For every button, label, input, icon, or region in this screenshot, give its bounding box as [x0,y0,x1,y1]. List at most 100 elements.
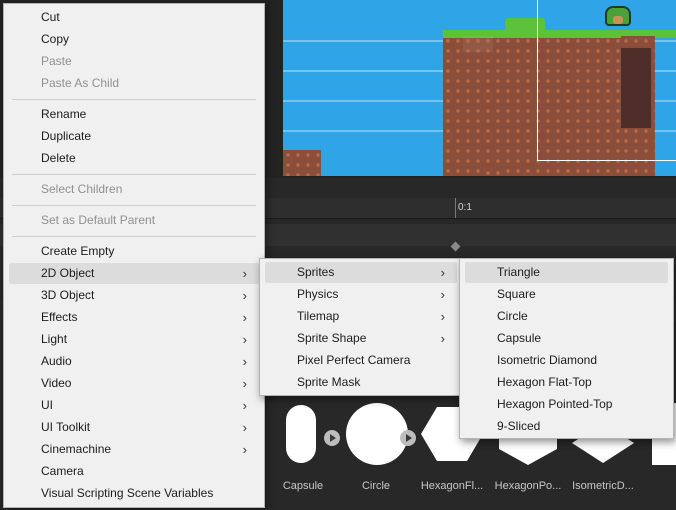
menu-item-copy[interactable]: Copy [9,29,259,50]
game-canvas[interactable] [283,0,676,176]
menu-item-label: Triangle [497,265,540,279]
menu-item-label: Effects [41,310,78,324]
menu-item-label: Cinemachine [41,442,112,456]
menu-item-ui[interactable]: UI › [9,395,259,416]
chevron-right-icon: › [242,354,247,369]
menu-item-video[interactable]: Video › [9,373,259,394]
menu-item-label: Tilemap [297,309,340,323]
menu-item-hexagon-flat-top[interactable]: Hexagon Flat-Top [465,372,668,393]
menu-item-2d-object[interactable]: 2D Object › [9,263,259,284]
menu-item-label: Camera [41,464,84,478]
menu-item-cinemachine[interactable]: Cinemachine › [9,439,259,460]
menu-item-paste-as-child[interactable]: Paste As Child [9,73,259,94]
menu-item-label: 9-Sliced [497,419,541,433]
menu-item-label: Duplicate [41,129,92,143]
menu-item-9-sliced[interactable]: 9-Sliced [465,416,668,437]
menu-item-circle[interactable]: Circle [465,306,668,327]
menu-item-rename[interactable]: Rename [9,104,259,125]
chevron-right-icon: › [242,332,247,347]
menu-item-sprite-mask[interactable]: Sprite Mask [265,372,457,393]
menu-item-duplicate[interactable]: Duplicate [9,126,259,147]
menu-item-label: Sprite Mask [297,375,361,389]
menu-separator [12,174,256,175]
chevron-right-icon: › [242,442,247,457]
menu-item-cut[interactable]: Cut [9,7,259,28]
menu-item-label: Create Empty [41,244,115,258]
palette-tile-circle[interactable]: Circle [345,403,408,492]
ground-tile [463,36,493,52]
play-icon[interactable] [324,430,340,446]
menu-item-label: Capsule [497,331,542,345]
menu-item-label: Square [497,287,536,301]
menu-item-light[interactable]: Light › [9,329,259,350]
chevron-right-icon: › [242,376,247,391]
menu-item-label: Hexagon Flat-Top [497,375,592,389]
menu-item-audio[interactable]: Audio › [9,351,259,372]
chevron-right-icon: › [242,398,247,413]
submenu-2d-object: Sprites › Physics › Tilemap › Sprite Shape ›… [259,258,463,396]
tile-caption: Circle [361,480,391,492]
tile-caption: Capsule [282,480,324,492]
menu-item-label: Light [41,332,68,346]
menu-item-paste[interactable]: Paste [9,51,259,72]
menu-item-triangle[interactable]: Triangle [465,262,668,283]
menu-item-label: Isometric Diamond [497,353,598,367]
menu-item-camera[interactable]: Camera [9,461,259,482]
menu-item-label: Visual Scripting Scene Variables [41,486,214,500]
menu-item-label: Sprites [297,265,335,279]
tile-caption: IsometricD... [572,480,634,492]
menu-item-select-children[interactable]: Select Children [9,179,259,200]
menu-item-isometric-diamond[interactable]: Isometric Diamond [465,350,668,371]
menu-item-label: Select Children [41,182,123,196]
menu-item-label: UI Toolkit [41,420,91,434]
menu-item-label: UI [41,398,53,412]
menu-item-capsule[interactable]: Capsule [465,328,668,349]
menu-item-physics[interactable]: Physics › [265,284,457,305]
menu-item-label: Physics [297,287,339,301]
chevron-right-icon: › [440,287,445,302]
chevron-right-icon: › [242,420,247,435]
menu-item-effects[interactable]: Effects › [9,307,259,328]
menu-item-label: Paste As Child [41,76,120,90]
menu-item-label: Rename [41,107,87,121]
menu-separator [12,236,256,237]
chevron-right-icon: › [242,266,247,281]
play-icon[interactable] [400,430,416,446]
menu-item-ui-toolkit[interactable]: UI Toolkit › [9,417,259,438]
menu-item-label: Cut [41,10,60,24]
menu-item-label: Hexagon Pointed-Top [497,397,613,411]
menu-item-square[interactable]: Square [465,284,668,305]
chevron-right-icon: › [440,331,445,346]
chevron-right-icon: › [242,288,247,303]
menu-item-label: Circle [497,309,528,323]
menu-item-3d-object[interactable]: 3D Object › [9,285,259,306]
menu-item-label: Set as Default Parent [41,213,156,227]
menu-item-label: Pixel Perfect Camera [297,353,411,367]
tile-caption: HexagonPo... [494,480,562,492]
menu-item-label: Sprite Shape [297,331,367,345]
submenu-sprites: Triangle Square Circle Capsule Isometric… [459,258,674,439]
ground-block [283,150,321,176]
context-menu: Cut Copy Paste Paste As Child Rename Dup… [3,3,265,508]
menu-item-pixel-perfect-camera[interactable]: Pixel Perfect Camera [265,350,457,371]
menu-item-label: Audio [41,354,72,368]
camera-bounds [537,0,676,161]
tile-caption: HexagonFl... [420,480,484,492]
menu-item-set-default-parent[interactable]: Set as Default Parent [9,210,259,231]
menu-item-label: Copy [41,32,70,46]
menu-item-label: Paste [41,54,72,68]
ground-block [483,168,503,176]
menu-item-create-empty[interactable]: Create Empty [9,241,259,262]
menu-item-sprites[interactable]: Sprites › [265,262,457,283]
menu-item-tilemap[interactable]: Tilemap › [265,306,457,327]
time-cursor[interactable] [455,198,456,218]
menu-item-label: Video [41,376,72,390]
time-label: 0:1 [458,202,472,213]
menu-item-label: 3D Object [41,288,95,302]
menu-separator [12,99,256,100]
menu-item-visual-scripting-scene-variables[interactable]: Visual Scripting Scene Variables [9,483,259,504]
menu-item-hexagon-pointed-top[interactable]: Hexagon Pointed-Top [465,394,668,415]
menu-item-sprite-shape[interactable]: Sprite Shape › [265,328,457,349]
menu-item-delete[interactable]: Delete [9,148,259,169]
menu-item-label: Delete [41,151,76,165]
